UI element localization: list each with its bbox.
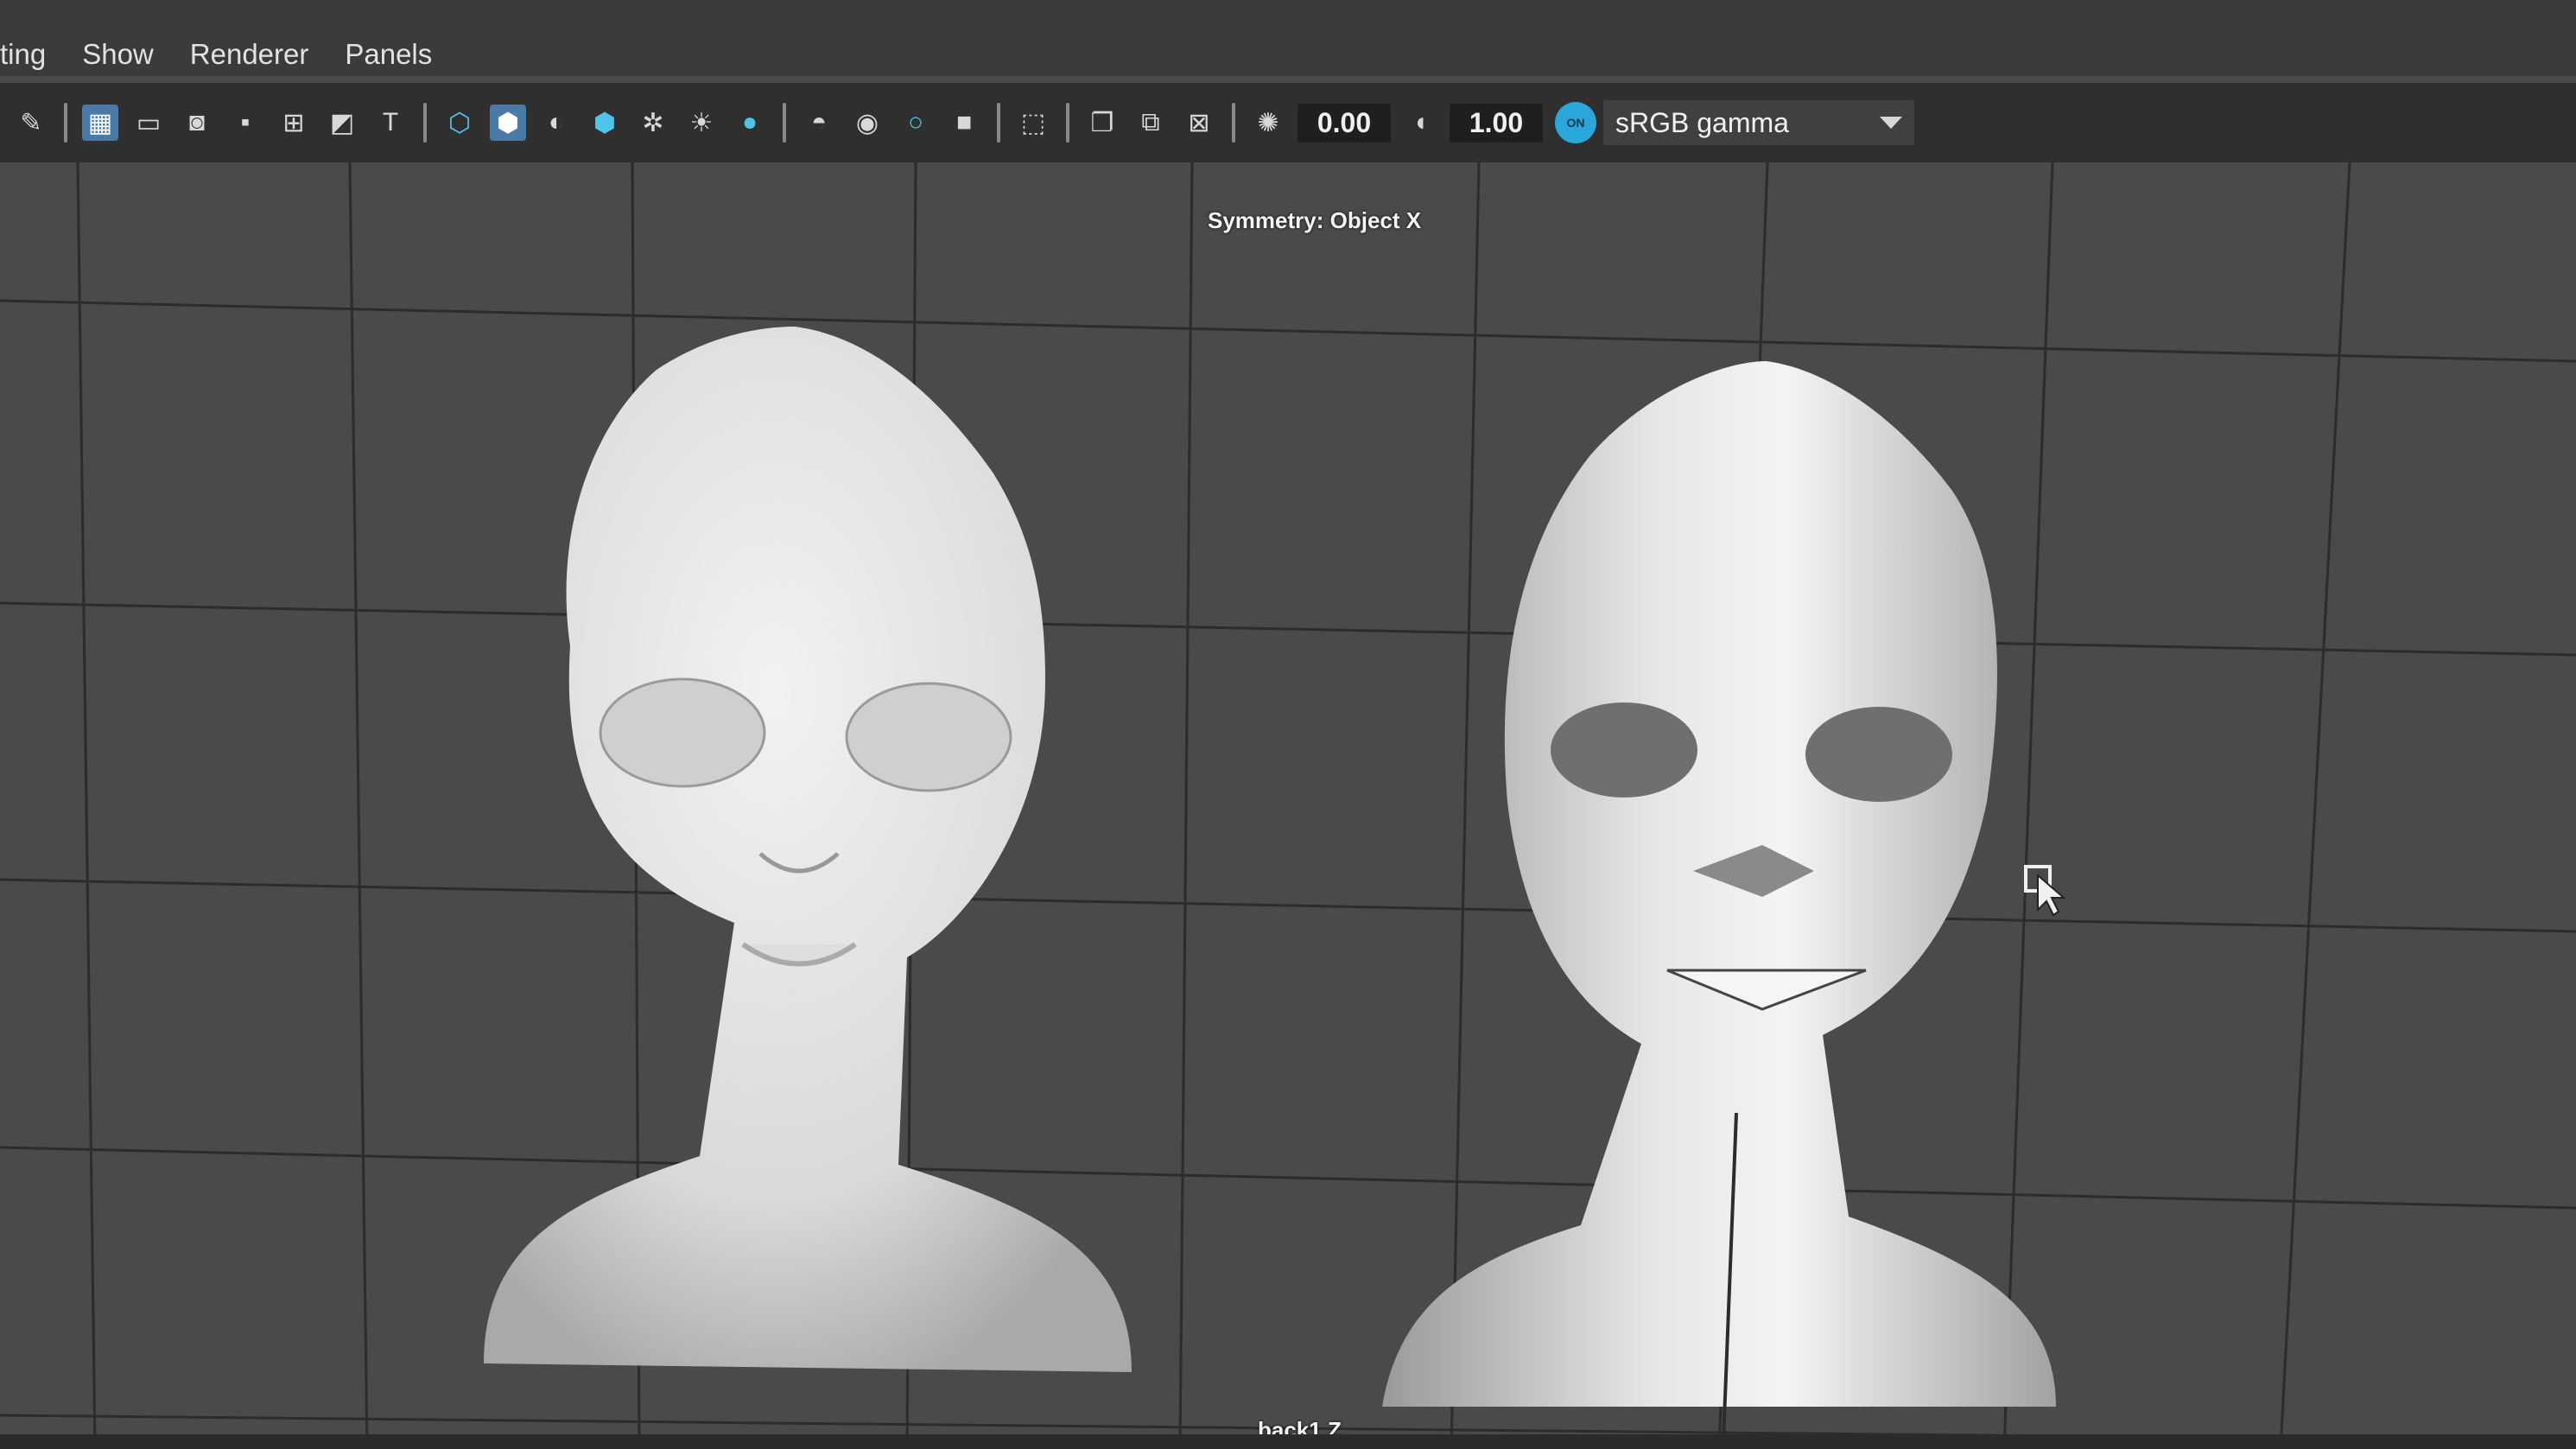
resolution-gate-icon[interactable]: ◙ xyxy=(179,105,215,141)
safe-title-icon[interactable]: T xyxy=(372,105,409,141)
low-poly-head-model xyxy=(1382,361,2056,1442)
toolbar-separator xyxy=(64,103,67,143)
grid-lines xyxy=(0,162,2576,1449)
menu-panels[interactable]: Panels xyxy=(345,38,432,71)
toolbar-separator xyxy=(783,103,786,143)
ambient-occlusion-icon[interactable]: ◓ xyxy=(801,105,837,141)
grid-icon[interactable]: ▦ xyxy=(82,105,118,141)
menu-lighting[interactable]: ting xyxy=(0,38,46,71)
viewport-grid xyxy=(0,162,2576,1449)
toolbar-separator xyxy=(423,103,427,143)
toolbar-separator xyxy=(1066,103,1069,143)
gamma-icon[interactable]: ◖ xyxy=(1402,105,1438,141)
exposure-icon[interactable]: ✺ xyxy=(1250,105,1286,141)
bottom-border xyxy=(0,1434,2576,1449)
textured-icon[interactable]: ⬢ xyxy=(587,105,623,141)
depth-of-field-icon[interactable]: ■ xyxy=(946,105,982,141)
antialias-icon[interactable]: ○ xyxy=(898,105,934,141)
shadows-icon[interactable]: ● xyxy=(732,105,768,141)
xray-icon[interactable]: ✲ xyxy=(635,105,671,141)
wireframe-cube-icon[interactable]: ⬡ xyxy=(441,105,478,141)
safe-action-icon[interactable]: ◩ xyxy=(324,105,360,141)
wireframe-on-shaded-icon[interactable]: ◐ xyxy=(538,105,574,141)
menu-show[interactable]: Show xyxy=(82,38,154,71)
smooth-shade-icon[interactable]: ⬢ xyxy=(490,105,526,141)
sculpted-head-model xyxy=(484,327,1132,1372)
mouse-cursor-icon xyxy=(2024,865,2066,917)
pencil-icon[interactable]: ✎ xyxy=(13,105,49,141)
chevron-down-icon xyxy=(1880,117,1902,129)
symmetry-label: Symmetry: Object X xyxy=(1208,207,1422,233)
menu-bar: ting Show Renderer Panels xyxy=(0,0,2576,76)
toolbar-separator xyxy=(997,103,1000,143)
color-management-toggle[interactable]: ON xyxy=(1555,102,1596,143)
color-space-value: sRGB gamma xyxy=(1615,106,1789,138)
toolbar-separator xyxy=(1232,103,1235,143)
camera-attrs-icon[interactable]: ⊠ xyxy=(1181,105,1217,141)
color-space-dropdown[interactable]: sRGB gamma xyxy=(1603,100,1914,145)
gate-mask-icon[interactable]: ▪ xyxy=(227,105,263,141)
menu-renderer[interactable]: Renderer xyxy=(190,38,309,71)
lights-icon[interactable]: ☀ xyxy=(683,105,720,141)
3d-viewport[interactable]: Symmetry: Object X back1 Z xyxy=(0,162,2576,1449)
xray-active-icon[interactable]: ⧉ xyxy=(1133,105,1169,141)
exposure-field[interactable]: 0.00 xyxy=(1298,103,1391,143)
film-gate-icon[interactable]: ▭ xyxy=(130,105,167,141)
panel-toolbar: ✎ ▦ ▭ ◙ ▪ ⊞ ◩ T ⬡ ⬢ ◐ ⬢ ✲ ☀ ● ◓ ◉ ○ ■ ⬚ … xyxy=(0,83,2576,162)
field-chart-icon[interactable]: ⊞ xyxy=(276,105,312,141)
xray-joints-icon[interactable]: ❐ xyxy=(1084,105,1120,141)
motion-blur-icon[interactable]: ◉ xyxy=(849,105,885,141)
gamma-field[interactable]: 1.00 xyxy=(1450,103,1543,143)
isolate-select-icon[interactable]: ⬚ xyxy=(1015,105,1051,141)
